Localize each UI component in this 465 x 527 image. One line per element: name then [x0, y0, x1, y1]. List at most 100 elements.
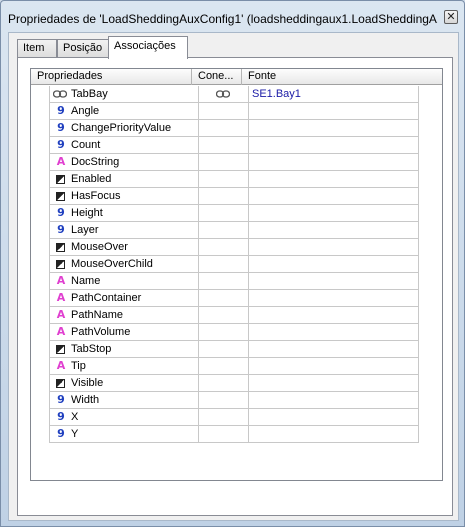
property-name-cell[interactable]: A Tip [49, 358, 199, 375]
property-name-cell[interactable]: A PathVolume [49, 324, 199, 341]
table-row[interactable]: HasFocus [31, 188, 442, 205]
table-row[interactable]: A PathVolume [31, 324, 442, 341]
connection-cell[interactable] [199, 375, 249, 392]
source-cell[interactable] [249, 324, 419, 341]
table-row[interactable]: Enabled [31, 171, 442, 188]
connection-cell[interactable] [199, 154, 249, 171]
table-row[interactable]: A Tip [31, 358, 442, 375]
source-cell[interactable]: SE1.Bay1 [249, 86, 419, 103]
property-name-cell[interactable]: 9 Width [49, 392, 199, 409]
property-label: Tip [71, 360, 86, 372]
connection-cell[interactable] [199, 222, 249, 239]
property-name-cell[interactable]: Visible [49, 375, 199, 392]
source-cell[interactable] [249, 375, 419, 392]
source-cell[interactable] [249, 103, 419, 120]
property-label: X [71, 411, 79, 423]
table-row[interactable]: TabStop [31, 341, 442, 358]
table-row[interactable]: 9 Angle [31, 103, 442, 120]
property-name-cell[interactable]: Enabled [49, 171, 199, 188]
property-label: DocString [71, 156, 120, 168]
source-cell[interactable] [249, 137, 419, 154]
source-cell[interactable] [249, 188, 419, 205]
table-row[interactable]: A DocString [31, 154, 442, 171]
column-header-propriedades[interactable]: Propriedades [31, 69, 192, 85]
table-row[interactable]: 9 Count [31, 137, 442, 154]
connection-cell[interactable] [199, 239, 249, 256]
connection-cell[interactable] [199, 103, 249, 120]
source-cell[interactable] [249, 307, 419, 324]
table-row[interactable]: MouseOverChild [31, 256, 442, 273]
close-button[interactable]: ✕ [444, 10, 458, 24]
source-cell[interactable] [249, 171, 419, 188]
table-row[interactable]: A Name [31, 273, 442, 290]
table-row[interactable]: A PathContainer [31, 290, 442, 307]
property-name-cell[interactable]: 9X [49, 409, 199, 426]
property-name-cell[interactable]: A PathName [49, 307, 199, 324]
table-row[interactable]: 9 ChangePriorityValue [31, 120, 442, 137]
connection-cell[interactable] [199, 205, 249, 222]
table-row[interactable]: 9 Height [31, 205, 442, 222]
property-label: TabBay [71, 88, 108, 100]
property-name-cell[interactable]: A Name [49, 273, 199, 290]
source-cell[interactable] [249, 273, 419, 290]
property-name-cell[interactable]: 9Y [49, 426, 199, 443]
source-cell[interactable] [249, 205, 419, 222]
property-name-cell[interactable]: MouseOver [49, 239, 199, 256]
connection-cell[interactable] [199, 392, 249, 409]
property-name-cell[interactable]: TabBay [49, 86, 199, 103]
property-label: TabStop [71, 343, 112, 355]
tab-associacoes[interactable]: Associações [108, 36, 188, 59]
property-name-cell[interactable]: A PathContainer [49, 290, 199, 307]
table-row[interactable]: TabBay SE1.Bay1 [31, 86, 442, 103]
source-cell[interactable] [249, 256, 419, 273]
source-cell[interactable] [249, 222, 419, 239]
source-cell[interactable] [249, 290, 419, 307]
connection-cell[interactable] [199, 86, 249, 103]
tab-posicao[interactable]: Posição [57, 39, 109, 58]
connection-cell[interactable] [199, 409, 249, 426]
connection-cell[interactable] [199, 188, 249, 205]
source-cell[interactable] [249, 239, 419, 256]
source-cell[interactable] [249, 120, 419, 137]
table-row[interactable]: Visible [31, 375, 442, 392]
column-header-fonte[interactable]: Fonte [242, 69, 442, 85]
connection-cell[interactable] [199, 290, 249, 307]
connection-cell[interactable] [199, 426, 249, 443]
property-name-cell[interactable]: MouseOverChild [49, 256, 199, 273]
property-name-cell[interactable]: 9 Count [49, 137, 199, 154]
connection-cell[interactable] [199, 341, 249, 358]
connection-cell[interactable] [199, 120, 249, 137]
table-row[interactable]: 9Y [31, 426, 442, 443]
property-name-cell[interactable]: 9 ChangePriorityValue [49, 120, 199, 137]
connection-cell[interactable] [199, 324, 249, 341]
table-row[interactable]: 9 Width [31, 392, 442, 409]
number-icon: 9 [57, 121, 65, 134]
property-label: Count [71, 139, 101, 151]
connection-cell[interactable] [199, 171, 249, 188]
connection-cell[interactable] [199, 358, 249, 375]
source-cell[interactable] [249, 341, 419, 358]
table-row[interactable]: 9X [31, 409, 442, 426]
property-name-cell[interactable]: A DocString [49, 154, 199, 171]
source-cell[interactable] [249, 409, 419, 426]
table-row[interactable]: A PathName [31, 307, 442, 324]
source-cell[interactable] [249, 392, 419, 409]
connection-cell[interactable] [199, 307, 249, 324]
property-name-cell[interactable]: 9 Layer [49, 222, 199, 239]
property-name-cell[interactable]: 9 Angle [49, 103, 199, 120]
source-cell[interactable] [249, 358, 419, 375]
column-header-conectado[interactable]: Cone... [192, 69, 242, 85]
connection-cell[interactable] [199, 273, 249, 290]
property-name-cell[interactable]: TabStop [49, 341, 199, 358]
connection-cell[interactable] [199, 256, 249, 273]
source-cell[interactable] [249, 154, 419, 171]
property-name-cell[interactable]: HasFocus [49, 188, 199, 205]
table-row[interactable]: 9 Layer [31, 222, 442, 239]
table-row[interactable]: MouseOver [31, 239, 442, 256]
tab-item[interactable]: Item [17, 39, 57, 58]
connection-cell[interactable] [199, 137, 249, 154]
title-bar[interactable]: Propriedades de 'LoadSheddingAuxConfig1'… [1, 1, 464, 31]
property-name-cell[interactable]: 9 Height [49, 205, 199, 222]
property-label: PathName [71, 309, 123, 321]
source-cell[interactable] [249, 426, 419, 443]
